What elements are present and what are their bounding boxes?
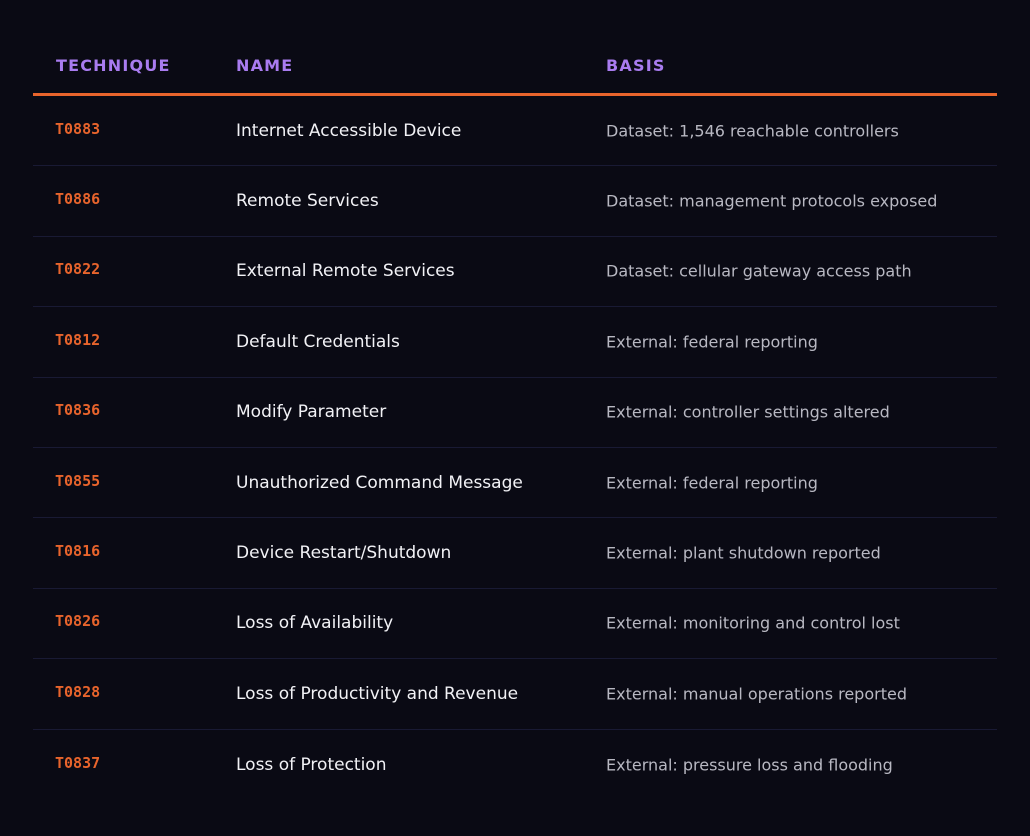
technique-basis: External: manual operations reported xyxy=(606,684,907,704)
header-basis: BASIS xyxy=(606,56,666,75)
technique-basis: External: controller settings altered xyxy=(606,402,890,422)
technique-name: Unauthorized Command Message xyxy=(236,472,523,493)
technique-id: T0826 xyxy=(55,612,101,631)
technique-name: Loss of Availability xyxy=(236,613,394,634)
technique-id: T0812 xyxy=(55,330,101,349)
technique-name: Device Restart/Shutdown xyxy=(236,543,452,564)
table-row: T0828 Loss of Productivity and Revenue Ext… xyxy=(33,659,997,730)
technique-id: T0816 xyxy=(55,542,101,561)
table-row: T0837 Loss of Protection External: pressur… xyxy=(33,730,997,800)
table-body: T0883 Internet Accessible Device Dataset: … xyxy=(33,96,997,800)
attack-techniques-table: TECHNIQUE NAME BASIS T0883 Internet Acces… xyxy=(33,40,997,800)
header-technique: TECHNIQUE xyxy=(56,56,171,75)
table-row: T0812 Default Credentials External: federa… xyxy=(33,307,997,378)
technique-name: Modify Parameter xyxy=(236,402,387,423)
table-row: T0822 External Remote Services Dataset: ce… xyxy=(33,237,997,308)
table-row: T0816 Device Restart/Shutdown External: pl… xyxy=(33,518,997,589)
technique-id: T0883 xyxy=(55,119,101,138)
technique-name: Default Credentials xyxy=(236,331,400,352)
technique-id: T0855 xyxy=(55,471,101,490)
table-row: T0836 Modify Parameter External: controlle… xyxy=(33,378,997,448)
technique-basis: External: plant shutdown reported xyxy=(606,543,881,563)
table-row: T0886 Remote Services Dataset: management … xyxy=(33,166,997,237)
technique-id: T0837 xyxy=(55,753,101,772)
technique-id: T0836 xyxy=(55,401,101,420)
technique-name: Internet Accessible Device xyxy=(236,120,462,141)
technique-basis: Dataset: cellular gateway access path xyxy=(606,261,912,281)
table-row: T0826 Loss of Availability External: monit… xyxy=(33,589,997,660)
technique-name: Remote Services xyxy=(236,191,379,212)
technique-name: Loss of Productivity and Revenue xyxy=(236,683,519,704)
header-name: NAME xyxy=(236,56,294,75)
table-header-row: TECHNIQUE NAME BASIS xyxy=(33,40,997,96)
table-row: T0855 Unauthorized Command Message Externa… xyxy=(33,448,997,519)
technique-id: T0822 xyxy=(55,260,101,279)
technique-basis: Dataset: 1,546 reachable controllers xyxy=(606,121,899,141)
technique-basis: External: federal reporting xyxy=(606,473,818,493)
technique-name: Loss of Protection xyxy=(236,754,387,775)
technique-basis: External: federal reporting xyxy=(606,332,818,352)
technique-id: T0886 xyxy=(55,190,101,209)
technique-basis: External: monitoring and control lost xyxy=(606,613,900,633)
technique-basis: External: pressure loss and flooding xyxy=(606,755,893,775)
technique-id: T0828 xyxy=(55,682,101,701)
technique-basis: Dataset: management protocols exposed xyxy=(606,191,938,211)
technique-name: External Remote Services xyxy=(236,261,455,282)
table-row: T0883 Internet Accessible Device Dataset: … xyxy=(33,96,997,167)
